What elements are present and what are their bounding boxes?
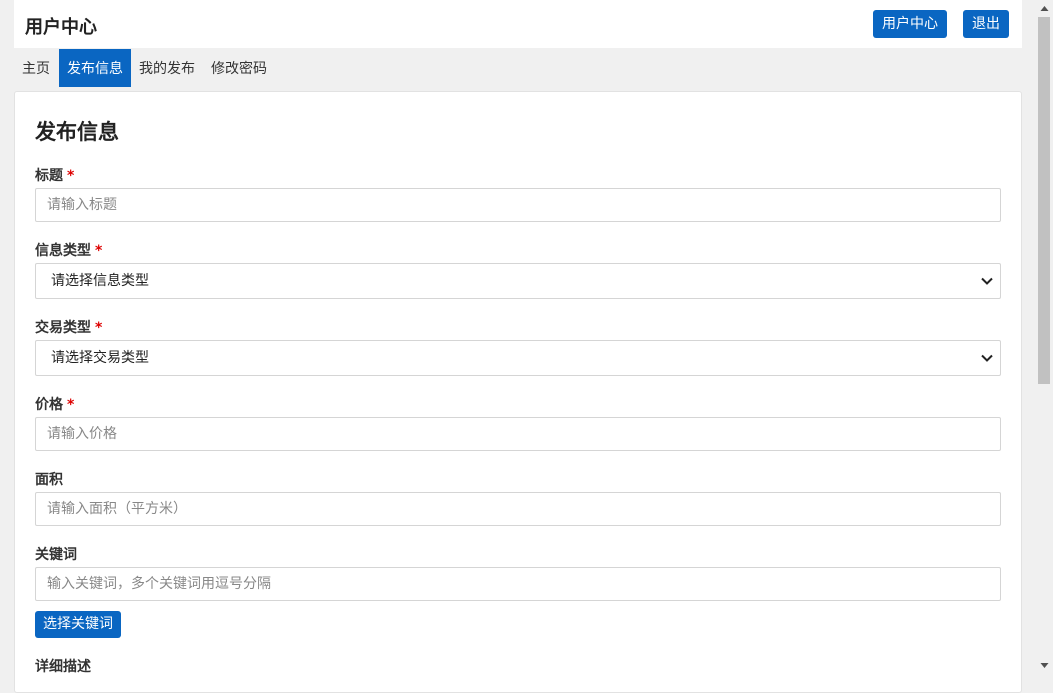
logout-button[interactable]: 退出: [963, 10, 1009, 38]
info-type-select[interactable]: 请选择信息类型: [35, 263, 1001, 299]
price-input[interactable]: [35, 417, 1001, 451]
page-scrollbar[interactable]: [1036, 0, 1053, 674]
scroll-up-arrow-icon[interactable]: [1040, 4, 1049, 13]
form-title: 发布信息: [35, 120, 119, 144]
trade-type-selected: 请选择交易类型: [51, 350, 149, 366]
title-input[interactable]: [35, 188, 1001, 222]
chevron-down-icon: [981, 277, 993, 285]
required-mark: *: [67, 168, 75, 184]
required-mark: *: [95, 243, 103, 259]
area-input[interactable]: [35, 492, 1001, 526]
info-type-label-text: 信息类型: [35, 243, 91, 259]
user-center-button[interactable]: 用户中心: [873, 10, 947, 38]
trade-type-label: 交易类型 *: [35, 317, 102, 337]
keywords-label: 关键词: [35, 544, 77, 564]
nav-item-change-password[interactable]: 修改密码: [203, 49, 275, 87]
chevron-down-icon: [981, 354, 993, 362]
info-type-selected: 请选择信息类型: [51, 273, 149, 289]
nav-item-my-posts[interactable]: 我的发布: [131, 49, 203, 87]
area-label: 面积: [35, 469, 63, 489]
nav-bar: 主页 发布信息 我的发布 修改密码: [14, 49, 1022, 87]
info-type-label: 信息类型 *: [35, 240, 102, 260]
scroll-down-arrow-icon[interactable]: [1040, 661, 1049, 670]
required-mark: *: [67, 397, 75, 413]
keywords-input[interactable]: [35, 567, 1001, 601]
trade-type-select[interactable]: 请选择交易类型: [35, 340, 1001, 376]
top-bar: 用户中心 用户中心 退出: [14, 0, 1022, 48]
page: 用户中心 用户中心 退出 主页 发布信息 我的发布 修改密码 发布信息 标题 * …: [14, 0, 1022, 693]
choose-keywords-button[interactable]: 选择关键词: [35, 611, 121, 638]
nav-item-publish[interactable]: 发布信息: [59, 49, 131, 87]
price-label: 价格 *: [35, 394, 74, 414]
scroll-thumb[interactable]: [1038, 17, 1050, 384]
required-mark: *: [95, 320, 103, 336]
trade-type-label-text: 交易类型: [35, 320, 91, 336]
title-label: 标题 *: [35, 165, 74, 185]
description-label-text: 详细描述: [35, 659, 91, 675]
nav-item-home[interactable]: 主页: [14, 49, 58, 87]
page-title: 用户中心: [25, 17, 97, 38]
keywords-label-text: 关键词: [35, 547, 77, 563]
description-label: 详细描述: [35, 656, 91, 676]
price-label-text: 价格: [35, 397, 63, 413]
title-label-text: 标题: [35, 168, 63, 184]
area-label-text: 面积: [35, 472, 63, 488]
publish-form-card: 发布信息 标题* 信息类型* 请选择信息类型 交易类型* 请选择交易类型 价格*: [14, 91, 1022, 693]
